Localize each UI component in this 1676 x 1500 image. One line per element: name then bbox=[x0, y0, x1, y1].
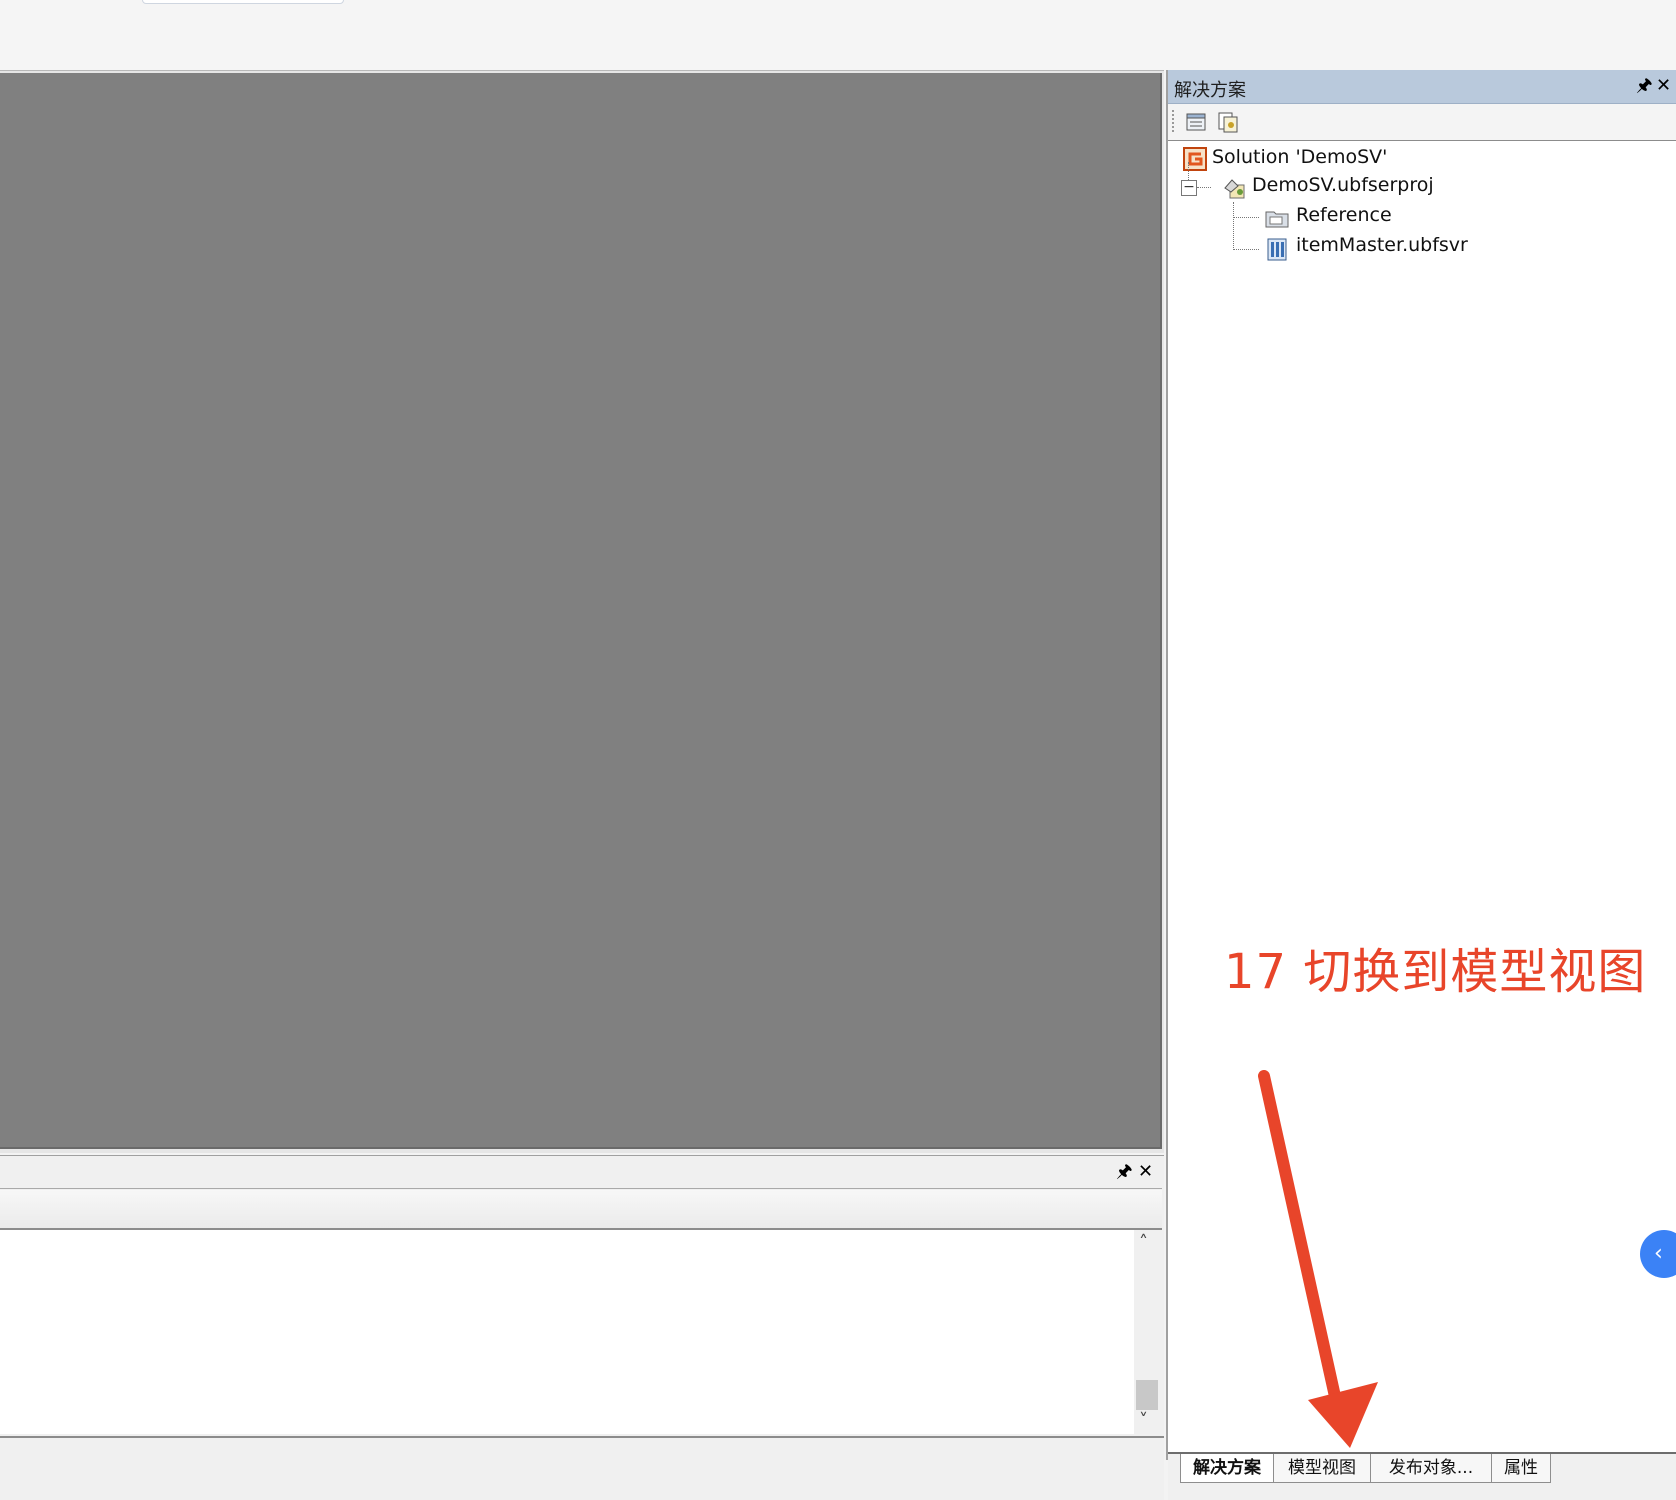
tree-node-project[interactable]: DemoSV.ubfserproj bbox=[1252, 174, 1434, 196]
tab-publish-objects[interactable]: 发布对象... bbox=[1370, 1454, 1492, 1483]
tree-connector bbox=[1233, 249, 1259, 250]
scroll-up-icon[interactable]: ˄ bbox=[1139, 1232, 1148, 1253]
service-file-icon bbox=[1264, 236, 1290, 266]
project-icon bbox=[1222, 176, 1248, 206]
solution-pin-icon[interactable]: 🖈 bbox=[1636, 76, 1653, 96]
document-workspace[interactable] bbox=[0, 73, 1162, 1149]
output-close-icon[interactable]: ✕ bbox=[1138, 1162, 1153, 1182]
scroll-thumb[interactable] bbox=[1136, 1380, 1158, 1410]
tree-connector bbox=[1188, 162, 1189, 180]
annotation-label: 17 切换到模型视图 bbox=[1224, 944, 1647, 1000]
show-all-files-icon[interactable] bbox=[1216, 110, 1242, 138]
status-strip bbox=[0, 1436, 1164, 1500]
properties-icon[interactable] bbox=[1184, 110, 1210, 138]
output-pin-icon[interactable]: 🖈 bbox=[1116, 1162, 1133, 1182]
tree-connector bbox=[1233, 217, 1259, 218]
tree-node-reference[interactable]: Reference bbox=[1296, 204, 1392, 226]
document-tab-stub[interactable] bbox=[142, 0, 344, 4]
solution-toolbar bbox=[1168, 104, 1676, 141]
solution-close-icon[interactable]: ✕ bbox=[1656, 76, 1671, 96]
output-text-area[interactable] bbox=[0, 1230, 1134, 1434]
solution-explorer-title: 解决方案 bbox=[1174, 80, 1246, 101]
scroll-down-icon[interactable]: ˅ bbox=[1139, 1410, 1148, 1431]
toolbar-grip bbox=[1172, 110, 1176, 132]
tree-node-item-master[interactable]: itemMaster.ubfsvr bbox=[1296, 234, 1468, 256]
tab-model-view[interactable]: 模型视图 bbox=[1273, 1454, 1371, 1483]
collapse-toggle-icon[interactable]: − bbox=[1181, 180, 1197, 196]
reference-folder-icon bbox=[1264, 206, 1290, 234]
tab-properties[interactable]: 属性 bbox=[1491, 1454, 1551, 1483]
output-toolbar bbox=[0, 1190, 1162, 1230]
output-panel-header bbox=[0, 1156, 1162, 1189]
tree-node-solution[interactable]: Solution 'DemoSV' bbox=[1212, 146, 1387, 168]
top-toolbar-area bbox=[0, 0, 1676, 70]
solution-icon bbox=[1182, 146, 1208, 176]
tree-connector bbox=[1197, 187, 1211, 188]
tree-connector bbox=[1233, 202, 1234, 250]
tab-solution-explorer[interactable]: 解决方案 bbox=[1180, 1454, 1274, 1483]
annotation-arrow bbox=[1258, 1070, 1378, 1448]
